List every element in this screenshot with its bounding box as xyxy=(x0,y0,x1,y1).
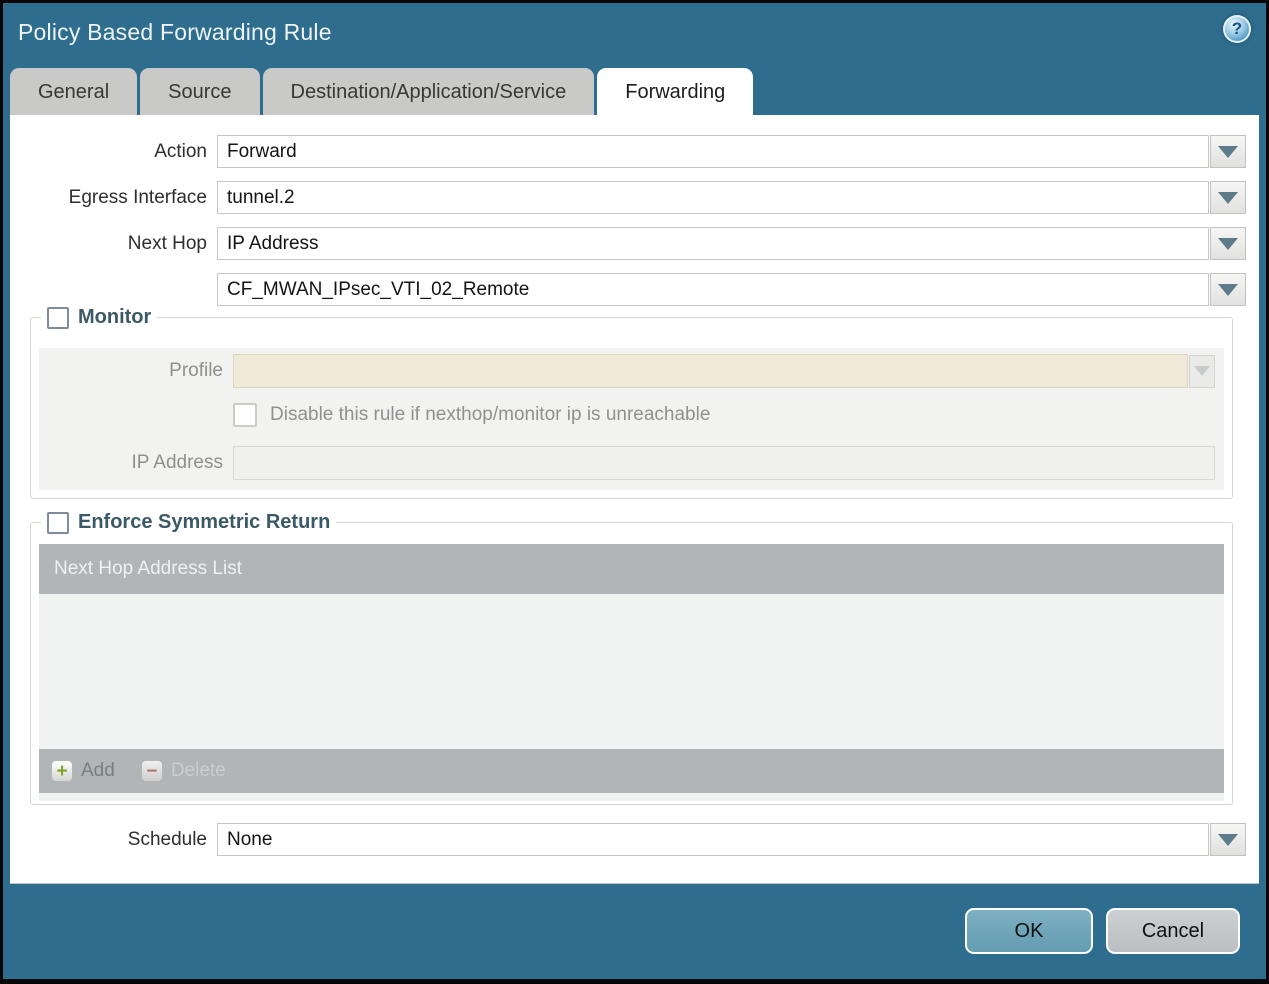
monitor-ip-address-input xyxy=(233,446,1215,480)
dialog-titlebar: Policy Based Forwarding Rule ? xyxy=(3,3,1266,68)
tab-destination-application-service[interactable]: Destination/Application/Service xyxy=(262,68,595,115)
action-row: Action xyxy=(10,135,1246,168)
chevron-down-icon xyxy=(1218,145,1238,158)
monitor-profile-dropdown-button xyxy=(1189,354,1215,388)
monitor-ip-address-row: IP Address xyxy=(39,446,1215,480)
monitor-section: Monitor Profile Disable this rule if nex… xyxy=(30,306,1233,499)
action-label: Action xyxy=(154,140,207,162)
next-hop-address-list-table: Next Hop Address List + Add − Delete xyxy=(39,544,1224,801)
schedule-input[interactable] xyxy=(217,823,1209,856)
next-hop-address-list-toolbar: + Add − Delete xyxy=(39,749,1224,793)
enforce-symmetric-return-checkbox[interactable] xyxy=(47,511,69,534)
pbf-rule-dialog: Policy Based Forwarding Rule ? General S… xyxy=(3,3,1266,979)
action-input[interactable] xyxy=(217,135,1209,168)
next-hop-address-list-footer-strip xyxy=(39,793,1224,801)
ok-button[interactable]: OK xyxy=(965,908,1093,954)
tab-general[interactable]: General xyxy=(10,68,138,115)
monitor-checkbox[interactable] xyxy=(47,306,69,329)
add-button[interactable]: + Add xyxy=(51,760,115,782)
next-hop-type-input[interactable] xyxy=(217,227,1209,260)
tab-source[interactable]: Source xyxy=(140,68,260,115)
monitor-panel: Profile Disable this rule if nexthop/mon… xyxy=(39,348,1224,490)
tab-bar: General Source Destination/Application/S… xyxy=(10,68,1266,115)
next-hop-label: Next Hop xyxy=(127,232,207,254)
next-hop-address-combo xyxy=(217,273,1246,306)
schedule-label: Schedule xyxy=(127,828,207,850)
enforce-symmetric-return-section: Enforce Symmetric Return Next Hop Addres… xyxy=(30,511,1233,805)
egress-interface-combo xyxy=(217,181,1246,214)
chevron-down-icon xyxy=(1218,237,1238,250)
schedule-row: Schedule xyxy=(10,823,1246,856)
next-hop-address-list-header: Next Hop Address List xyxy=(39,544,1224,594)
tab-forwarding[interactable]: Forwarding xyxy=(597,68,754,115)
forwarding-tab-panel: Action Egress Interface Ne xyxy=(10,115,1259,884)
delete-button-label: Delete xyxy=(170,760,226,781)
next-hop-dropdown-button[interactable] xyxy=(1210,227,1246,260)
monitor-title: Monitor xyxy=(78,306,152,328)
chevron-down-icon xyxy=(1218,833,1238,846)
next-hop-combo xyxy=(217,227,1246,260)
schedule-dropdown-button[interactable] xyxy=(1210,823,1246,856)
chevron-down-icon xyxy=(1218,283,1238,296)
dialog-title: Policy Based Forwarding Rule xyxy=(18,19,332,45)
add-button-label: Add xyxy=(81,760,115,781)
egress-interface-label: Egress Interface xyxy=(68,186,207,208)
dialog-button-bar: OK Cancel xyxy=(3,908,1240,954)
chevron-down-icon xyxy=(1218,191,1238,204)
monitor-profile-input xyxy=(233,354,1188,388)
next-hop-address-list-body xyxy=(39,594,1224,749)
action-dropdown-button[interactable] xyxy=(1210,135,1246,168)
monitor-profile-row: Profile xyxy=(39,354,1215,388)
action-combo xyxy=(217,135,1246,168)
monitor-disable-rule-row: Disable this rule if nexthop/monitor ip … xyxy=(233,403,1215,427)
egress-interface-dropdown-button[interactable] xyxy=(1210,181,1246,214)
egress-interface-row: Egress Interface xyxy=(10,181,1246,214)
egress-interface-input[interactable] xyxy=(217,181,1209,214)
delete-button: − Delete xyxy=(140,760,226,782)
schedule-combo xyxy=(217,823,1246,856)
next-hop-address-row xyxy=(10,273,1246,306)
enforce-symmetric-return-title: Enforce Symmetric Return xyxy=(78,511,331,533)
screen: Policy Based Forwarding Rule ? General S… xyxy=(0,0,1269,984)
monitor-legend: Monitor xyxy=(41,306,157,329)
next-hop-address-input[interactable] xyxy=(217,273,1209,306)
enforce-symmetric-return-legend: Enforce Symmetric Return xyxy=(41,511,336,534)
cancel-button[interactable]: Cancel xyxy=(1106,908,1240,954)
monitor-ip-address-label: IP Address xyxy=(131,452,223,473)
next-hop-address-dropdown-button[interactable] xyxy=(1210,273,1246,306)
next-hop-row: Next Hop xyxy=(10,227,1246,260)
chevron-down-icon xyxy=(1194,366,1210,376)
disable-rule-checkbox xyxy=(233,403,257,427)
monitor-profile-label: Profile xyxy=(169,360,223,381)
help-icon[interactable]: ? xyxy=(1223,15,1251,43)
disable-rule-label: Disable this rule if nexthop/monitor ip … xyxy=(270,404,711,425)
minus-icon: − xyxy=(140,760,163,782)
plus-icon: + xyxy=(51,760,73,782)
